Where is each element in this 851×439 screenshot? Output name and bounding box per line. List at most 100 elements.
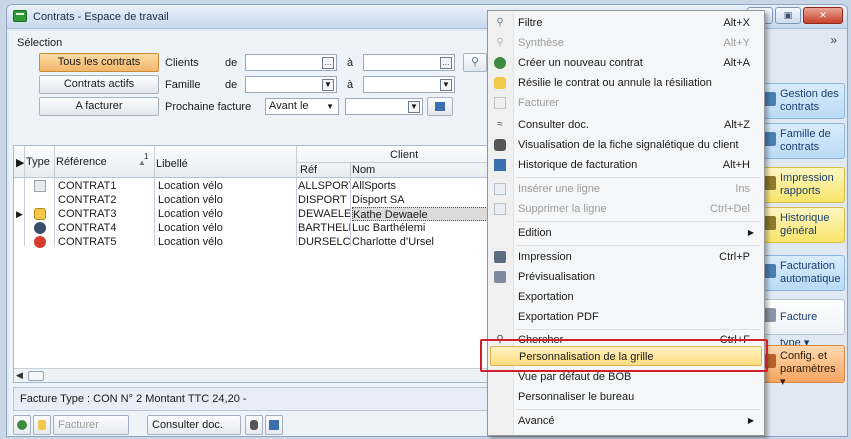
invoice-icon [764, 264, 776, 278]
menu-item-label: Edition [518, 227, 552, 239]
clients-to-label: à [347, 57, 354, 69]
table-row[interactable]: CONTRAT1 Location vélo ALLSPORTS AllSpor… [14, 179, 494, 193]
menu-item-billing-history[interactable]: Historique de facturation Alt+H [490, 155, 762, 175]
current-row-icon: ▶ [16, 209, 23, 219]
to-invoice-button[interactable]: A facturer [39, 97, 159, 116]
client-card-button[interactable] [245, 415, 263, 435]
menu-item-export-pdf[interactable]: Exportation PDF [490, 307, 762, 327]
table-row[interactable]: ▶ CONTRAT3 Location vélo DEWAELEK Kathe … [14, 207, 494, 221]
menu-item-insert-row[interactable]: Insérer une ligne Ins [490, 179, 762, 199]
lock-icon [34, 208, 46, 220]
invoice-button[interactable]: Facturer [53, 415, 129, 435]
config-settings-button[interactable]: Config. et paramètres ▾ [759, 345, 845, 388]
contracts-management-button[interactable]: Gestion des contrats [759, 83, 845, 119]
reference-cell: CONTRAT4 [58, 222, 117, 234]
family-to-label: à [347, 79, 354, 91]
menu-separator [516, 177, 760, 178]
print-reports-button[interactable]: Impression rapports [759, 167, 845, 203]
auto-invoicing-button[interactable]: Facturation automatique [759, 255, 845, 291]
ellipsis-icon[interactable]: … [322, 57, 334, 69]
client-ref-column-header[interactable]: Réf [300, 164, 317, 176]
menu-item-new-contract[interactable]: Créer un nouveau contrat Alt+A [490, 53, 762, 73]
all-contracts-button[interactable]: Tous les contrats [39, 53, 159, 72]
menu-item-label: Personnaliser le bureau [518, 391, 635, 403]
filter-button[interactable]: ⚲ [463, 53, 487, 72]
contract-family-button[interactable]: Famille de contrats [759, 123, 845, 159]
client-name-cell: Charlotte d’Ursel [352, 236, 434, 248]
stop-icon [34, 236, 46, 248]
history-button[interactable] [265, 415, 283, 435]
general-history-button[interactable]: Historique général [759, 207, 845, 243]
config-settings-label: Config. et paramètres [780, 350, 836, 375]
menu-item-filtre[interactable]: ⚲ Filtre Alt+X [490, 13, 762, 33]
chevron-down-icon: ▼ [326, 102, 334, 111]
app-icon [13, 10, 27, 22]
type-column-header[interactable]: Type [26, 156, 50, 168]
menu-item-label: Insérer une ligne [518, 183, 600, 195]
famille-label: Famille [165, 79, 201, 91]
scroll-thumb[interactable] [28, 371, 44, 381]
client-to-field[interactable]: … [363, 54, 455, 71]
cancel-contract-button[interactable] [33, 415, 51, 435]
menu-item-consult-doc[interactable]: ≈ Consulter doc. Alt+Z [490, 115, 762, 135]
reference-cell: CONTRAT1 [58, 180, 117, 192]
menu-item-cancel-contract[interactable]: Résilie le contrat ou annule la résiliat… [490, 73, 762, 93]
chevron-down-icon[interactable]: ▼ [408, 101, 420, 113]
consult-doc-button[interactable]: Consulter doc. [147, 415, 241, 435]
date-operator-select[interactable]: Avant le ▼ [265, 98, 339, 115]
date-field[interactable]: ▼ [345, 98, 423, 115]
person-icon [494, 139, 506, 151]
family-to-field[interactable]: ▼ [363, 76, 455, 93]
menu-shortcut: Alt+Y [723, 37, 750, 49]
menu-item-print[interactable]: Impression Ctrl+P [490, 247, 762, 267]
menu-item-advanced[interactable]: Avancé ▶ [490, 411, 762, 431]
menu-item-label: Filtre [518, 17, 543, 29]
menu-item-synthese[interactable]: ⚲ Synthèse Alt+Y [490, 33, 762, 53]
window-title: Contrats - Espace de travail [33, 11, 169, 23]
close-button[interactable]: ✕ [803, 7, 843, 24]
libelle-column-header[interactable]: Libellé [156, 158, 188, 170]
client-name-cell: AllSports [352, 180, 397, 192]
menu-item-edition[interactable]: Edition ▶ [490, 223, 762, 243]
calendar-button[interactable] [427, 97, 453, 116]
menu-item-delete-row[interactable]: Supprimer la ligne Ctrl+Del [490, 199, 762, 219]
family-from-field[interactable]: ▼ [245, 76, 337, 93]
ellipsis-icon[interactable]: … [440, 57, 452, 69]
client-ref-cell: BARTHELEM [298, 222, 350, 234]
client-from-field[interactable]: … [245, 54, 337, 71]
menu-item-label: Résilie le contrat ou annule la résiliat… [518, 77, 712, 89]
menu-item-customize-desktop[interactable]: Personnaliser le bureau [490, 387, 762, 407]
maximize-button[interactable]: ▣ [775, 7, 801, 24]
history-icon [764, 216, 776, 230]
collapse-panel-icon[interactable]: » [830, 33, 837, 47]
clients-de-label: de [225, 57, 238, 69]
new-contract-button[interactable] [13, 415, 31, 435]
menu-shortcut: Alt+H [722, 159, 750, 171]
menu-item-preview[interactable]: Prévisualisation [490, 267, 762, 287]
chevron-down-icon[interactable]: ▼ [440, 79, 452, 91]
menu-item-export[interactable]: Exportation [490, 287, 762, 307]
table-row[interactable]: CONTRAT5 Location vélo DURSELC Charlotte… [14, 235, 494, 249]
active-contracts-button[interactable]: Contrats actifs [39, 75, 159, 94]
chevron-down-icon[interactable]: ▼ [322, 79, 334, 91]
menu-item-client-card[interactable]: Visualisation de la fiche signalétique d… [490, 135, 762, 155]
add-icon [17, 420, 27, 430]
print-reports-label: Impression rapports [780, 172, 834, 197]
invoice-type-button[interactable]: Facture type ▾ [759, 299, 845, 349]
menu-item-label: Créer un nouveau contrat [518, 57, 643, 69]
menu-separator [516, 245, 760, 246]
client-name-column-header[interactable]: Nom [352, 164, 375, 176]
highlight-annotation-frame [480, 339, 768, 372]
family-icon [764, 132, 776, 146]
menu-item-label: Facturer [518, 97, 559, 109]
scroll-left-icon[interactable]: ◀ [16, 370, 23, 381]
table-row[interactable]: CONTRAT4 Location vélo BARTHELEM Luc Bar… [14, 221, 494, 235]
calendar-icon [494, 159, 506, 171]
table-row[interactable]: CONTRAT2 Location vélo DISPORT Disport S… [14, 193, 494, 207]
menu-item-facturer[interactable]: Facturer [490, 93, 762, 113]
auto-invoicing-label: Facturation automatique [780, 260, 841, 285]
insert-row-icon [494, 183, 506, 195]
reference-column-header[interactable]: Référence [56, 156, 107, 168]
menu-item-label: Exportation PDF [518, 311, 599, 323]
selection-label: Sélection [17, 37, 63, 49]
